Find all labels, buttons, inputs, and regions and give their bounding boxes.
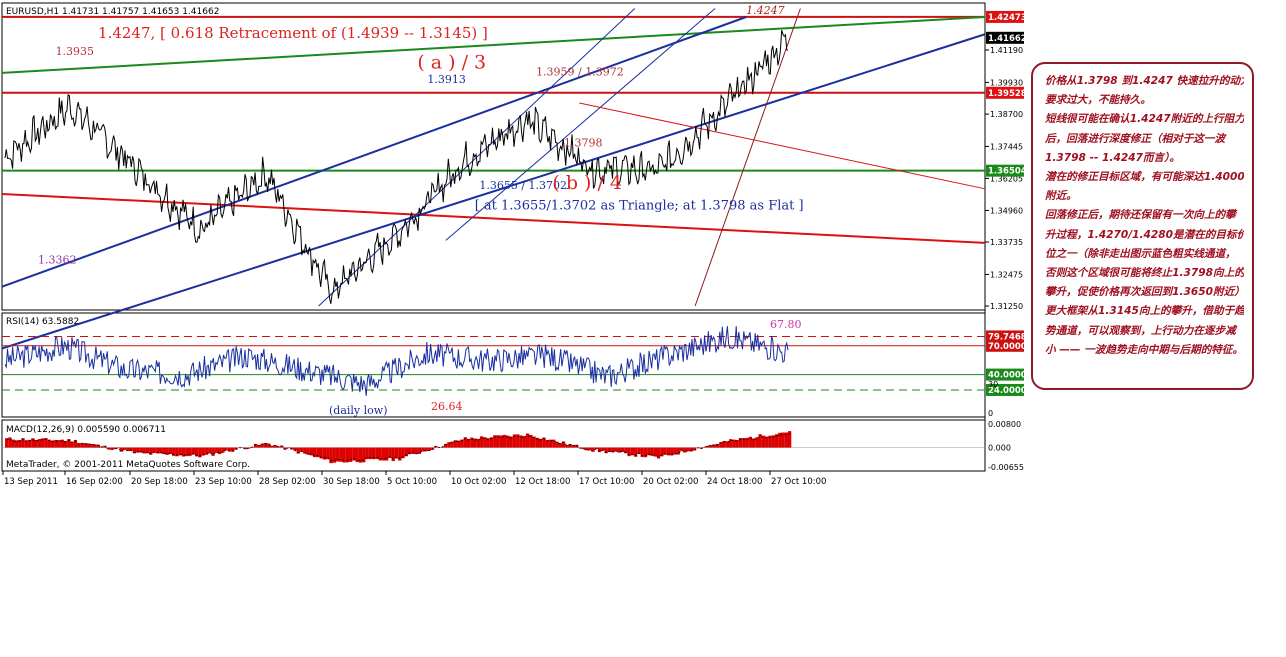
macd-histogram-bar xyxy=(525,433,530,448)
note-line: 升过程，1.4270/1.4280是潜在的目标价 xyxy=(1045,228,1244,241)
macd-histogram-bar xyxy=(774,434,779,448)
macd-histogram-bar xyxy=(119,447,123,452)
symbol-header: EURUSD,H1 1.41731 1.41757 1.41653 1.4166… xyxy=(6,7,219,17)
note-line: 位之一（除非走出图示蓝色粗实线通道， xyxy=(1045,247,1236,260)
price-y-tick-label: 1.41190 xyxy=(990,46,1023,55)
note-line: 攀升，促使价格再次返回到1.3650附近） xyxy=(1045,286,1244,299)
price-y-tick-label: 1.37445 xyxy=(990,142,1023,151)
rsi-annotation-low: 26.64 xyxy=(431,400,463,413)
note-line: 短线很可能在确认1.4247附近的上行阻力 xyxy=(1045,113,1244,126)
macd-y-tick-label: 0.000 xyxy=(988,444,1011,453)
price-y-tick-label: 1.31250 xyxy=(990,302,1023,311)
note-line: 1.3798 -- 1.4247而言）。 xyxy=(1045,151,1181,164)
x-tick-label: 20 Oct 02:00 xyxy=(643,477,698,487)
note-line: 潜在的修正目标区域，有可能深达1.4000 xyxy=(1045,171,1244,184)
rsi-level-tag-label: 70.0000 xyxy=(988,342,1027,352)
macd-histogram-bar xyxy=(758,434,762,448)
price-y-tick-label: 1.32475 xyxy=(990,270,1023,279)
macd-histogram-bar xyxy=(211,447,215,456)
price-tag-label: 1.39528 xyxy=(988,89,1027,99)
x-tick-label: 16 Sep 02:00 xyxy=(66,477,123,487)
macd-histogram-bar xyxy=(267,443,271,448)
macd-histogram-bar xyxy=(391,447,395,462)
price-annotation: 1.3362 xyxy=(38,254,77,267)
price-annotation: [ at 1.3655/1.3702 as Triangle; at 1.379… xyxy=(475,198,804,213)
price-y-tick-label: 1.39930 xyxy=(990,78,1023,87)
macd-histogram-bar xyxy=(388,447,392,459)
x-tick-label: 23 Sep 10:00 xyxy=(195,477,252,487)
macd-histogram-bar xyxy=(204,447,209,455)
x-tick-label: 27 Oct 10:00 xyxy=(771,477,826,487)
macd-histogram-bar xyxy=(522,436,526,448)
macd-title: MACD(12,26,9) 0.005590 0.006711 xyxy=(6,425,166,435)
note-line: 价格从1.3798 到1.4247 快速拉升的动力 xyxy=(1045,75,1244,87)
price-annotation: 1.4247, [ 0.618 Retracement of (1.4939 -… xyxy=(98,24,488,42)
price-tag-label: 1.42473 xyxy=(988,13,1027,23)
analysis-note-box: 价格从1.3798 到1.4247 快速拉升的动力 要求过大，不能持久。 短线很… xyxy=(1031,62,1254,390)
rsi-y-tick-label: 30 xyxy=(988,380,998,389)
price-y-tick-label: 1.34960 xyxy=(990,206,1023,215)
macd-histogram-bar xyxy=(394,447,399,459)
price-annotation: 1.3913 xyxy=(427,73,466,86)
x-tick-label: 13 Sep 2011 xyxy=(4,477,58,487)
price-y-tick-label: 1.38700 xyxy=(990,110,1023,119)
x-tick-label: 20 Sep 18:00 xyxy=(131,477,188,487)
macd-histogram-bar xyxy=(352,447,356,461)
macd-histogram-bar xyxy=(365,447,369,460)
price-tag-label: 1.36504 xyxy=(988,167,1027,177)
macd-histogram-bar xyxy=(748,436,752,448)
x-tick-label: 24 Oct 18:00 xyxy=(707,477,762,487)
price-tag-label: 1.41662 xyxy=(988,34,1027,44)
macd-histogram-bar xyxy=(581,447,585,450)
macd-histogram-bar xyxy=(312,447,317,458)
macd-histogram-bar xyxy=(656,447,661,459)
rsi-annotation-high: 67.80 xyxy=(770,318,802,331)
rsi-level-tag-label: 40.0000 xyxy=(988,371,1027,381)
macd-histogram-bar xyxy=(476,438,481,448)
macd-histogram-bar xyxy=(450,441,454,448)
macd-histogram-bar xyxy=(208,447,212,454)
rsi-y-tick-label: 0 xyxy=(988,409,993,418)
macd-histogram-bar xyxy=(8,437,12,448)
price-annotation: ( a ) / 3 xyxy=(417,51,486,73)
macd-histogram-bar xyxy=(326,447,330,460)
price-annotation: ( b ) / 4 xyxy=(552,172,622,194)
price-annotation: 1.3798 xyxy=(564,136,603,149)
macd-histogram-bar xyxy=(332,447,336,463)
macd-histogram-bar xyxy=(679,447,684,451)
note-line: 附近。 xyxy=(1045,190,1077,203)
price-annotation: 1.3959 / 1.3972 xyxy=(536,65,624,78)
note-line: 势通道，可以观察到，上行动力在逐步减 xyxy=(1045,324,1236,337)
x-tick-label: 17 Oct 10:00 xyxy=(579,477,634,487)
price-panel-frame xyxy=(1,2,986,311)
macd-histogram-bar xyxy=(398,447,402,461)
macd-histogram-bar xyxy=(555,441,559,448)
rsi-title: RSI(14) 63.5882 xyxy=(6,317,79,327)
x-tick-label: 10 Oct 02:00 xyxy=(451,477,506,487)
note-line: 小 —— 一波趋势走向中期与后期的特征。 xyxy=(1045,343,1244,356)
note-line: 更大框架从1.3145向上的攀升，借助于趋 xyxy=(1045,305,1244,318)
macd-histogram-bar xyxy=(122,447,127,450)
macd-y-tick-label: 0.00800 xyxy=(988,420,1021,429)
price-annotation: 1.4247 xyxy=(746,4,785,17)
macd-y-tick-label: -0.00655 xyxy=(988,463,1024,472)
price-y-tick-label: 1.33735 xyxy=(990,238,1023,247)
macd-histogram-bar xyxy=(660,447,664,457)
x-tick-label: 12 Oct 18:00 xyxy=(515,477,570,487)
macd-histogram-bar xyxy=(214,447,218,453)
macd-histogram-bar xyxy=(565,444,569,448)
note-line: 后，回落进行深度修正（相对于这一波 xyxy=(1045,132,1226,145)
x-tick-label: 5 Oct 10:00 xyxy=(387,477,437,487)
note-line: 否则这个区域很可能将终止1.3798向上的 xyxy=(1045,267,1244,280)
x-tick-label: 30 Sep 18:00 xyxy=(323,477,380,487)
rsi-annotation-daily-low: (daily low) xyxy=(329,404,388,417)
copyright-footer: MetaTrader, © 2001-2011 MetaQuotes Softw… xyxy=(6,460,250,470)
x-tick-label: 28 Sep 02:00 xyxy=(259,477,316,487)
note-line: 回落修正后，期待还保留有一次向上的攀 xyxy=(1045,209,1236,222)
note-line: 要求过大，不能持久。 xyxy=(1045,94,1151,107)
price-annotation: 1.3935 xyxy=(56,45,95,58)
macd-histogram-bar xyxy=(597,447,602,453)
macd-histogram-bar xyxy=(725,441,730,448)
